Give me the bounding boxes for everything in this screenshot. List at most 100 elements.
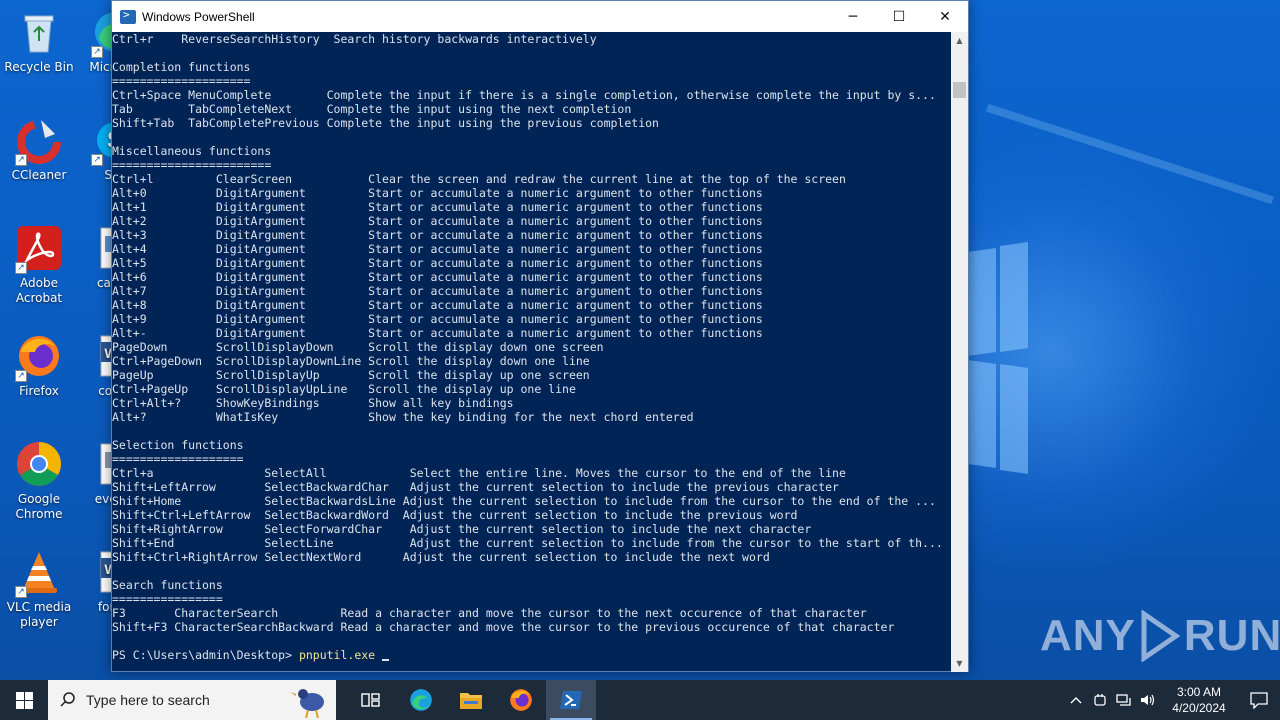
clock-time: 3:00 AM [1176, 685, 1222, 699]
minimize-button[interactable]: ─ [830, 1, 876, 32]
console-line: Alt+7 DigitArgument Start or accumulate … [112, 284, 763, 298]
console-line: Shift+LeftArrow SelectBackwardChar Adjus… [112, 480, 839, 494]
console-line: F3 CharacterSearch Read a character and … [112, 606, 867, 620]
search-icon [60, 691, 76, 710]
desktop-icon-vlc[interactable]: ↗ VLC media player [0, 548, 78, 630]
shortcut-arrow-icon: ↗ [15, 586, 27, 598]
console-line: Alt+8 DigitArgument Start or accumulate … [112, 298, 763, 312]
play-icon [1140, 609, 1181, 663]
taskbar-file-explorer[interactable] [446, 680, 496, 720]
console-line: ================ [112, 592, 223, 606]
acrobat-icon: ↗ [15, 224, 63, 274]
maximize-button[interactable]: ☐ [876, 1, 922, 32]
desktop-icon-ccleaner[interactable]: ↗ CCleaner [0, 116, 78, 183]
console-line: ======================= [112, 158, 272, 172]
volume-icon[interactable] [1136, 680, 1160, 720]
console-line: Alt+9 DigitArgument Start or accumulate … [112, 312, 763, 326]
console-line: Miscellaneous functions [112, 144, 272, 158]
console-line: Alt+- DigitArgument Start or accumulate … [112, 326, 763, 340]
close-button[interactable]: ✕ [922, 1, 968, 32]
chrome-icon [15, 440, 63, 488]
desktop: Recycle Bin ↗ CCleaner ↗ Adobe Acrobat ↗… [0, 0, 1280, 680]
taskbar-firefox[interactable] [496, 680, 546, 720]
console-line: ==================== [112, 74, 251, 88]
windows-start-icon [15, 691, 33, 709]
console-line: Search functions [112, 578, 223, 592]
console-line: Alt+0 DigitArgument Start or accumulate … [112, 186, 763, 200]
file-explorer-icon [460, 693, 482, 709]
console-line: Ctrl+a SelectAll Select the entire line.… [112, 466, 846, 480]
start-button[interactable] [0, 680, 48, 720]
shortcut-arrow-icon: ↗ [91, 154, 103, 166]
console-line: Shift+End SelectLine Adjust the current … [112, 536, 943, 550]
console-line: =================== [112, 452, 244, 466]
console-line: Ctrl+r ReverseSearchHistory Search histo… [112, 32, 597, 46]
edge-icon [410, 689, 432, 711]
console-line: Selection functions [112, 438, 244, 452]
scroll-down-icon[interactable]: ▼ [951, 655, 968, 672]
taskbar-clock[interactable]: 3:00 AM 4/20/2024 [1160, 684, 1238, 716]
desktop-icon-acrobat[interactable]: ↗ Adobe Acrobat [0, 224, 78, 306]
firefox-icon [510, 689, 532, 711]
taskbar: Type here to search 3:00 AM 4/20/2024 [0, 680, 1280, 720]
shortcut-arrow-icon: ↗ [15, 370, 27, 382]
taskbar-powershell[interactable] [546, 680, 596, 720]
console-line: Shift+Ctrl+LeftArrow SelectBackwardWord … [112, 508, 798, 522]
console-line: Alt+2 DigitArgument Start or accumulate … [112, 214, 763, 228]
clock-date: 4/20/2024 [1172, 701, 1226, 715]
shortcut-arrow-icon: ↗ [15, 154, 27, 166]
ccleaner-icon: ↗ [15, 116, 63, 166]
scroll-up-icon[interactable]: ▲ [951, 32, 968, 49]
desktop-icon-recycle-bin[interactable]: Recycle Bin [0, 8, 78, 75]
anyrun-watermark: ANY RUN [1040, 609, 1280, 663]
tray-app-icon[interactable] [1088, 680, 1112, 720]
console-prompt: PS C:\Users\admin\Desktop> [112, 648, 299, 662]
shortcut-arrow-icon: ↗ [15, 262, 27, 274]
vlc-icon: ↗ [15, 548, 63, 598]
console-line: Alt+? WhatIsKey Show the key binding for… [112, 410, 694, 424]
firefox-icon: ↗ [15, 332, 63, 382]
console-line: Ctrl+PageUp ScrollDisplayUpLine Scroll t… [112, 382, 576, 396]
desktop-icon-firefox[interactable]: ↗ Firefox [0, 332, 78, 399]
powershell-window[interactable]: Windows PowerShell ─ ☐ ✕ Ctrl+r ReverseS… [111, 0, 969, 672]
console-line: Completion functions [112, 60, 251, 74]
console-line: PageDown ScrollDisplayDown Scroll the di… [112, 340, 604, 354]
console-line: Shift+F3 CharacterSearchBackward Read a … [112, 620, 895, 634]
console-line: Ctrl+l ClearScreen Clear the screen and … [112, 172, 846, 186]
desktop-icon-chrome[interactable]: Google Chrome [0, 440, 78, 522]
search-placeholder: Type here to search [86, 692, 210, 708]
console-line: Alt+1 DigitArgument Start or accumulate … [112, 200, 763, 214]
window-titlebar[interactable]: Windows PowerShell ─ ☐ ✕ [112, 1, 968, 32]
console-line: Alt+6 DigitArgument Start or accumulate … [112, 270, 763, 284]
window-title: Windows PowerShell [142, 9, 255, 24]
search-highlight-bird-icon [288, 682, 332, 719]
console-line: Alt+4 DigitArgument Start or accumulate … [112, 242, 763, 256]
taskbar-edge[interactable] [396, 680, 446, 720]
taskbar-search-box[interactable]: Type here to search [48, 680, 336, 720]
chevron-up-icon[interactable] [1064, 680, 1088, 720]
recycle-bin-icon [15, 8, 63, 56]
console-line: Ctrl+Alt+? ShowKeyBindings Show all key … [112, 396, 514, 410]
notification-icon [1250, 692, 1268, 709]
powershell-icon [120, 8, 136, 24]
console-prompt-line[interactable]: PS C:\Users\admin\Desktop> pnputil.exe [112, 648, 951, 662]
shortcut-arrow-icon: ↗ [91, 46, 103, 58]
network-icon[interactable] [1112, 680, 1136, 720]
notification-button[interactable] [1238, 680, 1280, 720]
console-line: Shift+RightArrow SelectForwardChar Adjus… [112, 522, 812, 536]
vertical-scrollbar[interactable]: ▲ ▼ [951, 32, 968, 672]
console-command: pnputil.exe [298, 648, 376, 662]
windows-logo-wallpaper [968, 240, 1030, 478]
task-view-button[interactable] [346, 680, 396, 720]
scrollbar-thumb[interactable] [953, 82, 966, 98]
console-output[interactable]: Ctrl+r ReverseSearchHistory Search histo… [112, 32, 951, 672]
powershell-icon [560, 691, 582, 709]
console-line: PageUp ScrollDisplayUp Scroll the displa… [112, 368, 590, 382]
console-line: Alt+3 DigitArgument Start or accumulate … [112, 228, 763, 242]
console-line: Tab TabCompleteNext Complete the input u… [112, 102, 632, 116]
